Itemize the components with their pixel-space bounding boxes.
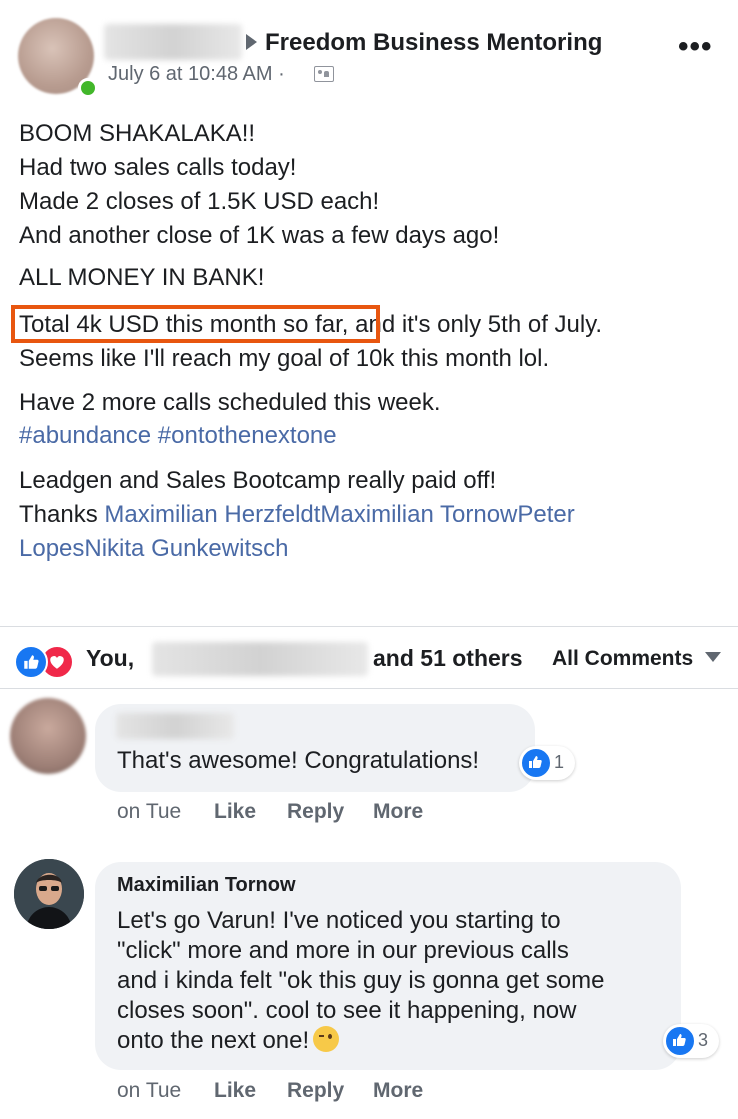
like-reaction-icon[interactable]: [14, 645, 48, 679]
reactor-names-redacted[interactable]: [152, 642, 368, 676]
commenter-name-redacted[interactable]: [116, 713, 234, 739]
post-text-line: Have 2 more calls scheduled this week.: [19, 389, 441, 416]
like-button[interactable]: Like: [214, 1079, 256, 1103]
online-status-dot: [78, 78, 98, 98]
like-badge-icon: [664, 1025, 696, 1057]
post-text-line: Leadgen and Sales Bootcamp really paid o…: [19, 467, 497, 494]
highlight-annotation-box: [11, 305, 380, 343]
like-badge-icon: [520, 747, 552, 779]
like-button[interactable]: Like: [214, 800, 256, 824]
post-text-line: ALL MONEY IN BANK!: [19, 264, 265, 291]
reaction-count: 1: [554, 752, 565, 772]
commenter-avatar[interactable]: [14, 859, 84, 929]
divider: [0, 688, 738, 689]
comment-time[interactable]: on Tue: [117, 1079, 181, 1103]
group-name-link[interactable]: Freedom Business Mentoring: [265, 29, 602, 57]
comment-reaction-count[interactable]: 1: [519, 746, 575, 780]
comment-time[interactable]: on Tue: [117, 800, 181, 824]
group-audience-icon: [314, 66, 334, 82]
reply-button[interactable]: Reply: [287, 800, 344, 824]
wink-emoji-icon: [313, 1026, 340, 1052]
post-text-line: Had two sales calls today!: [19, 154, 297, 181]
comment-text-line: closes soon". cool to see it happening, …: [117, 997, 577, 1024]
commenter-name-link[interactable]: Maximilian Tornow: [117, 874, 296, 897]
post-text-line: Made 2 closes of 1.5K USD each!: [19, 188, 380, 215]
highlight-remainder: and it's only 5th of July.: [348, 311, 603, 338]
comment-text-line: onto the next one!: [117, 1026, 340, 1056]
post-options-icon[interactable]: •••: [678, 32, 713, 62]
post-timestamp[interactable]: July 6 at 10:48 AM ·: [108, 63, 285, 86]
comment-text-segment: onto the next one!: [117, 1027, 310, 1054]
divider: [0, 626, 738, 627]
commenter-avatar[interactable]: [10, 698, 86, 774]
reactions-you[interactable]: You,: [86, 645, 134, 672]
tagged-people-links[interactable]: Maximilian HerzfeldtMaximilian TornowPet…: [104, 501, 574, 528]
hashtag-links[interactable]: #abundance #ontothenextone: [19, 421, 337, 451]
comment-filter-dropdown[interactable]: All Comments: [552, 647, 693, 671]
more-button[interactable]: More: [373, 1079, 423, 1103]
author-name-redacted[interactable]: [104, 24, 242, 60]
comment-text-line: and i kinda felt "ok this guy is gonna g…: [117, 967, 605, 994]
comment-text-line: Let's go Varun! I've noticed you startin…: [117, 907, 561, 934]
post-text-line: And another close of 1K was a few days a…: [19, 222, 500, 249]
reply-button[interactable]: Reply: [287, 1079, 344, 1103]
chevron-down-icon[interactable]: [705, 652, 721, 662]
more-button[interactable]: More: [373, 800, 423, 824]
reactions-others[interactable]: and 51 others: [373, 645, 523, 672]
tagged-people-links[interactable]: LopesNikita Gunkewitsch: [19, 534, 288, 564]
reaction-count: 3: [698, 1030, 709, 1050]
comment-text-line: "click" more and more in our previous ca…: [117, 937, 569, 964]
post-text-line: Seems like I'll reach my goal of 10k thi…: [19, 345, 550, 372]
thanks-label: Thanks: [19, 501, 105, 528]
thanks-line: Thanks Maximilian HerzfeldtMaximilian To…: [19, 500, 575, 530]
comment-text: That's awesome! Congratulations!: [117, 747, 480, 774]
post-text-line: BOOM SHAKALAKA!!: [19, 120, 256, 147]
comment-reaction-count[interactable]: 3: [663, 1024, 719, 1058]
shared-to-arrow-icon: [246, 34, 257, 50]
